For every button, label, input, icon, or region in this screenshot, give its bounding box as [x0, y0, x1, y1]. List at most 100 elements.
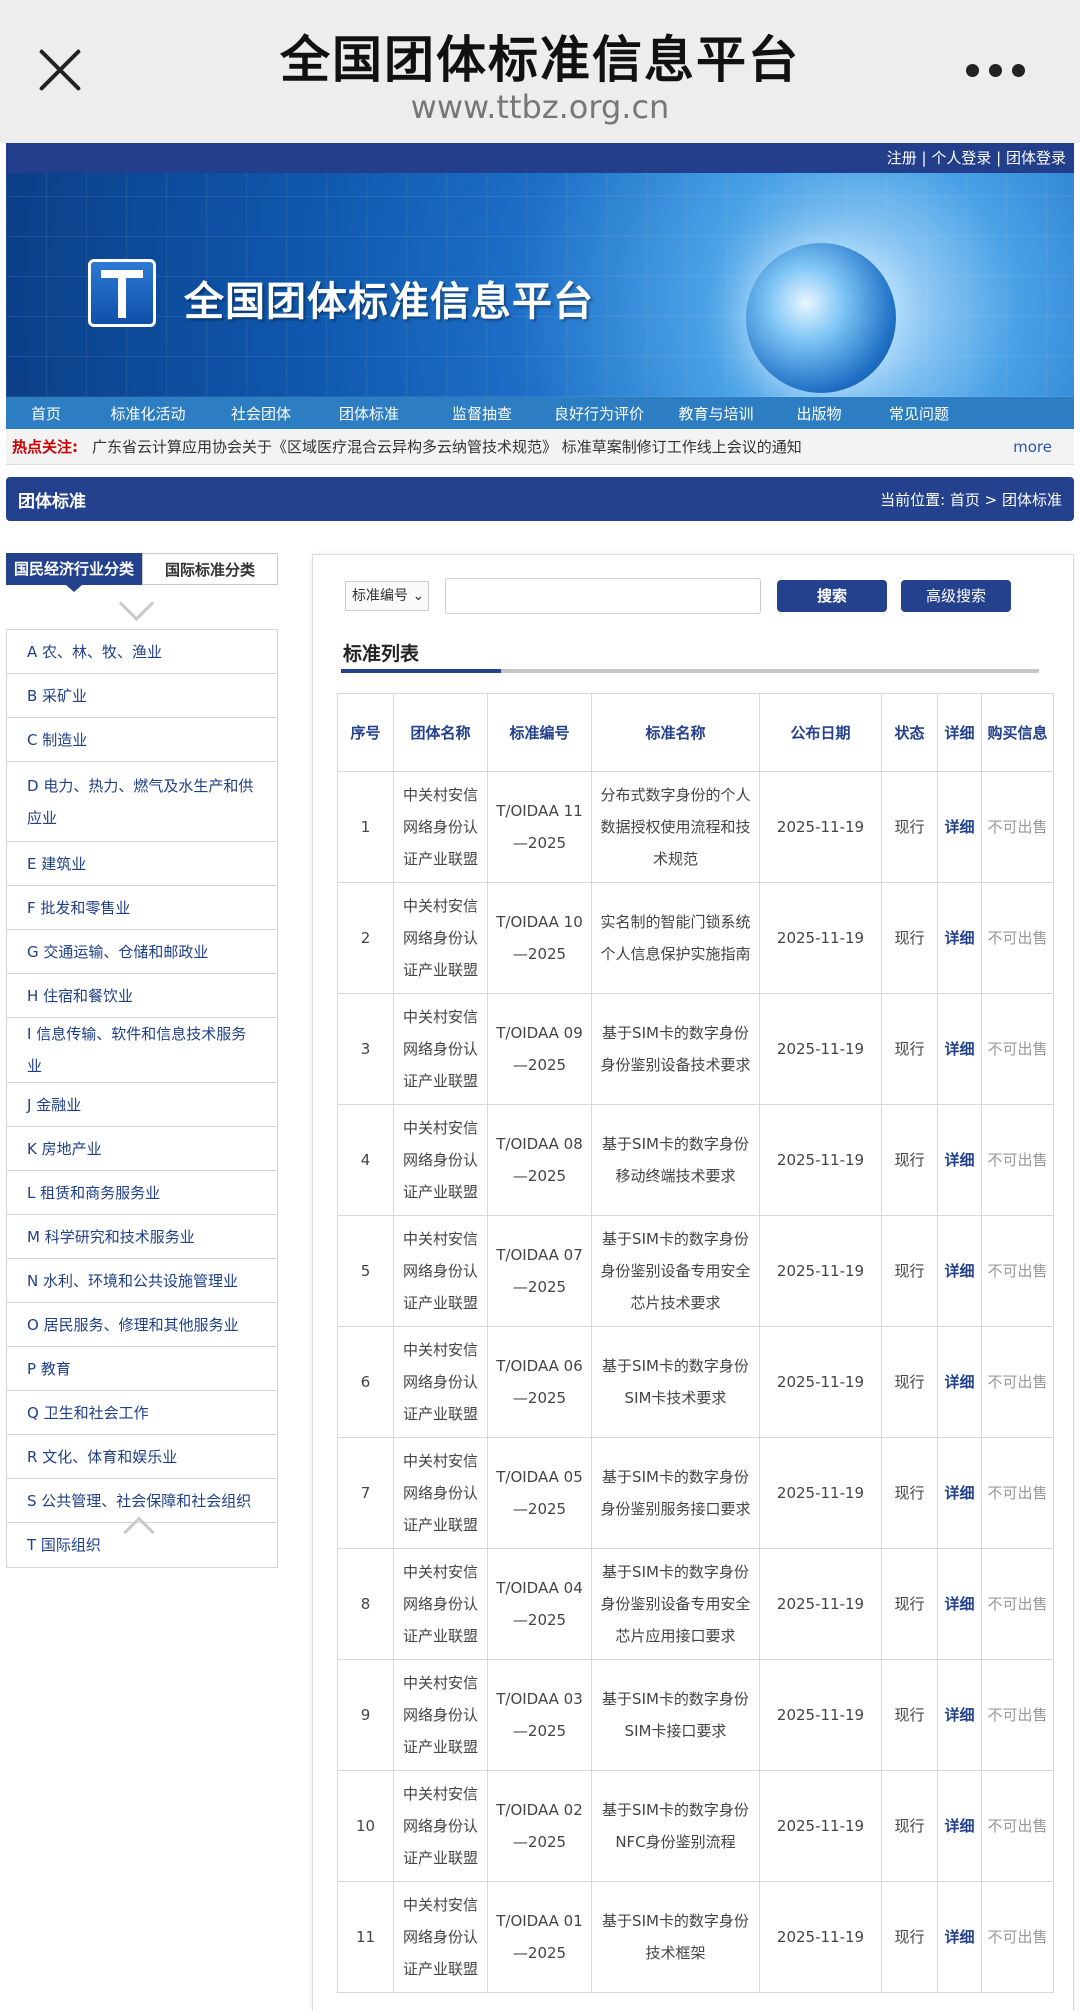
cell-status: 现行: [881, 771, 938, 883]
cell-name: 基于SIM卡的数字身份身份鉴别设备专用安全芯片应用接口要求: [591, 1548, 760, 1660]
chevron-down-icon[interactable]: [6, 585, 278, 629]
cell-code: T/OIDAA 04—2025: [487, 1548, 592, 1660]
cell-code: T/OIDAA 08—2025: [487, 1104, 592, 1216]
cell-status: 现行: [881, 1548, 938, 1660]
cell-status: 现行: [881, 993, 938, 1105]
cell-status: 现行: [881, 1770, 938, 1882]
personal-login-link[interactable]: 个人登录: [931, 149, 991, 167]
cell-name: 分布式数字身份的个人数据授权使用流程和技术规范: [591, 771, 760, 883]
category-item[interactable]: F 批发和零售业: [7, 886, 277, 930]
cell-name: 基于SIM卡的数字身份SIM卡接口要求: [591, 1659, 760, 1771]
more-options-icon[interactable]: [966, 64, 1026, 78]
hot-news-link[interactable]: 广东省云计算应用协会关于《区域医疗混合云异构多云纳管技术规范》 标准草案制修订工…: [92, 436, 1013, 457]
browser-url: www.ttbz.org.cn: [410, 88, 670, 126]
more-link[interactable]: more: [1013, 438, 1052, 456]
tab-industry-classification[interactable]: 国民经济行业分类: [6, 553, 142, 592]
nav-item[interactable]: 标准化活动: [86, 403, 210, 424]
cell-no: 2: [337, 882, 394, 994]
table-row: 6 中关村安信网络身份认证产业联盟 T/OIDAA 06—2025 基于SIM卡的数字…: [337, 1326, 1054, 1438]
cell-detail[interactable]: 详细: [937, 1104, 982, 1216]
table-row: 5 中关村安信网络身份认证产业联盟 T/OIDAA 07—2025 基于SIM卡的数字…: [337, 1215, 1054, 1327]
site-banner: 全国团体标准信息平台: [6, 173, 1074, 397]
cell-buy: 不可出售: [981, 882, 1054, 994]
category-item[interactable]: G 交通运输、仓储和邮政业: [7, 930, 277, 974]
cell-code: T/OIDAA 07—2025: [487, 1215, 592, 1327]
site-logo-icon[interactable]: [88, 259, 156, 327]
cell-date: 2025-11-19: [759, 1659, 882, 1771]
cell-name: 基于SIM卡的数字身份NFC身份鉴别流程: [591, 1770, 760, 1882]
nav-item[interactable]: 良好行为评价: [538, 403, 660, 424]
cell-status: 现行: [881, 1326, 938, 1438]
hot-news-bar: 热点关注: 广东省云计算应用协会关于《区域医疗混合云异构多云纳管技术规范》 标准…: [6, 429, 1074, 465]
cell-detail[interactable]: 详细: [937, 1659, 982, 1771]
cell-detail[interactable]: 详细: [937, 1437, 982, 1549]
nav-item[interactable]: 社会团体: [210, 403, 312, 424]
cell-detail[interactable]: 详细: [937, 993, 982, 1105]
cell-date: 2025-11-19: [759, 1326, 882, 1438]
category-item[interactable]: I 信息传输、软件和信息技术服务业: [7, 1018, 277, 1083]
category-item[interactable]: S 公共管理、社会保障和社会组织: [7, 1479, 277, 1523]
cell-no: 10: [337, 1770, 394, 1882]
cell-date: 2025-11-19: [759, 771, 882, 883]
cell-no: 5: [337, 1215, 394, 1327]
category-item[interactable]: M 科学研究和技术服务业: [7, 1215, 277, 1259]
cell-detail[interactable]: 详细: [937, 882, 982, 994]
column-header: 标准编号: [487, 693, 592, 772]
category-item[interactable]: B 采矿业: [7, 674, 277, 718]
cell-status: 现行: [881, 1437, 938, 1549]
category-item[interactable]: C 制造业: [7, 718, 277, 762]
search-input[interactable]: [445, 578, 761, 614]
cell-name: 基于SIM卡的数字身份SIM卡技术要求: [591, 1326, 760, 1438]
register-link[interactable]: 注册: [887, 149, 917, 167]
table-header-row: 序号 团体名称 标准编号 标准名称 公布日期 状态 详细 购买信息: [337, 693, 1054, 772]
cell-buy: 不可出售: [981, 1770, 1054, 1882]
cell-no: 7: [337, 1437, 394, 1549]
nav-item[interactable]: 监督抽查: [426, 403, 538, 424]
cell-code: T/OIDAA 02—2025: [487, 1770, 592, 1882]
nav-item[interactable]: 常见问题: [866, 403, 972, 424]
category-item[interactable]: Q 卫生和社会工作: [7, 1391, 277, 1435]
nav-item[interactable]: 出版物: [772, 403, 866, 424]
column-header: 标准名称: [591, 693, 760, 772]
cell-detail[interactable]: 详细: [937, 771, 982, 883]
category-item[interactable]: P 教育: [7, 1347, 277, 1391]
nav-item[interactable]: 教育与培训: [660, 403, 772, 424]
category-item[interactable]: D 电力、热力、燃气及水生产和供应业: [7, 762, 277, 842]
category-item[interactable]: H 住宿和餐饮业: [7, 974, 277, 1018]
cell-date: 2025-11-19: [759, 1881, 882, 1993]
cell-detail[interactable]: 详细: [937, 1215, 982, 1327]
cell-detail[interactable]: 详细: [937, 1548, 982, 1660]
category-list: A 农、林、牧、渔业 B 采矿业 C 制造业 D 电力、热力、燃气及水生产和供应业 E …: [6, 629, 278, 1568]
standards-panel: 标准编号 ⌄ 搜索 高级搜索 标准列表 序号 团体名称 标准编号 标准名称 公布日期 状态…: [312, 554, 1074, 2011]
nav-item[interactable]: 首页: [6, 403, 86, 424]
cell-detail[interactable]: 详细: [937, 1770, 982, 1882]
nav-item[interactable]: 团体标准: [312, 403, 426, 424]
cell-code: T/OIDAA 06—2025: [487, 1326, 592, 1438]
category-item[interactable]: N 水利、环境和公共设施管理业: [7, 1259, 277, 1303]
search-field-select[interactable]: 标准编号 ⌄: [345, 581, 429, 611]
category-item[interactable]: O 居民服务、修理和其他服务业: [7, 1303, 277, 1347]
advanced-search-button[interactable]: 高级搜索: [901, 580, 1011, 612]
column-header: 团体名称: [393, 693, 488, 772]
category-item[interactable]: J 金融业: [7, 1083, 277, 1127]
cell-detail[interactable]: 详细: [937, 1881, 982, 1993]
cell-org: 中关村安信网络身份认证产业联盟: [393, 882, 488, 994]
category-item[interactable]: L 租赁和商务服务业: [7, 1171, 277, 1215]
search-button[interactable]: 搜索: [777, 580, 887, 612]
cell-date: 2025-11-19: [759, 1215, 882, 1327]
list-title: 标准列表: [343, 643, 420, 665]
tab-international-classification[interactable]: 国际标准分类: [141, 553, 278, 585]
column-header: 序号: [337, 693, 394, 772]
table-body: 1 中关村安信网络身份认证产业联盟 T/OIDAA 11—2025 分布式数字身份的个…: [337, 771, 1054, 1993]
group-login-link[interactable]: 团体登录: [1006, 149, 1066, 167]
category-item[interactable]: A 农、林、牧、渔业: [7, 630, 277, 674]
cell-status: 现行: [881, 882, 938, 994]
cell-name: 基于SIM卡的数字身份身份鉴别设备专用安全芯片技术要求: [591, 1215, 760, 1327]
category-item[interactable]: K 房地产业: [7, 1127, 277, 1171]
standards-table: 序号 团体名称 标准编号 标准名称 公布日期 状态 详细 购买信息 1 中关村安信网络身份认证产…: [337, 693, 1054, 1993]
cell-detail[interactable]: 详细: [937, 1326, 982, 1438]
category-item[interactable]: E 建筑业: [7, 842, 277, 886]
browser-header: 全国团体标准信息平台 www.ttbz.org.cn: [0, 0, 1080, 143]
cell-no: 9: [337, 1659, 394, 1771]
category-item[interactable]: R 文化、体育和娱乐业: [7, 1435, 277, 1479]
